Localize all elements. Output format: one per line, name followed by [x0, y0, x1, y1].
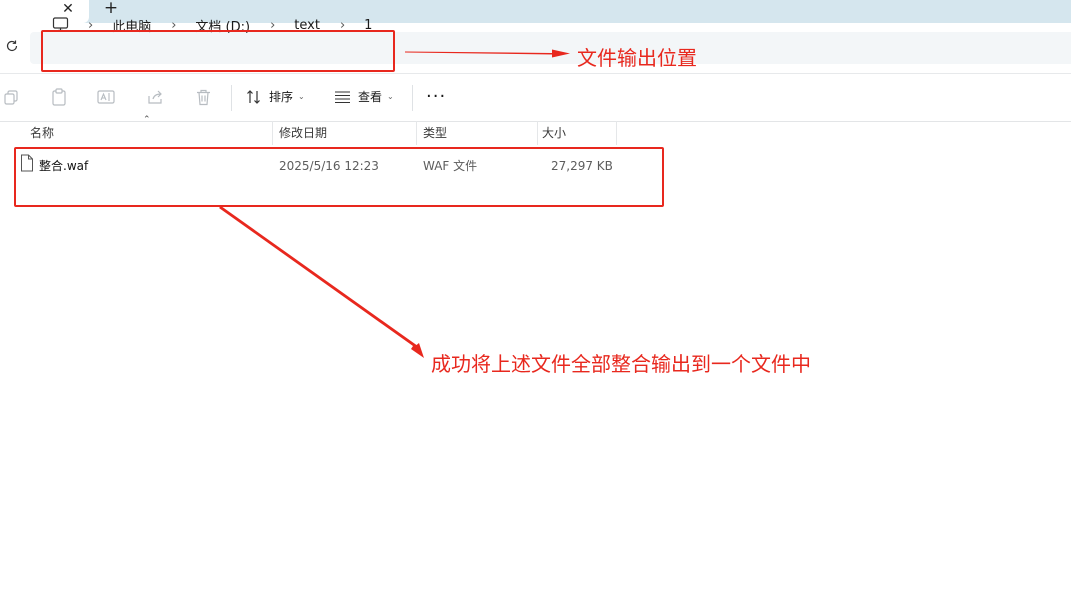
arrow-to-success-label — [219, 206, 424, 358]
output-location-label: 文件输出位置 — [577, 46, 697, 70]
annotation-arrows — [219, 49, 570, 358]
arrow-to-output-label — [405, 49, 570, 58]
merge-success-label: 成功将上述文件全部整合输出到一个文件中 — [431, 352, 811, 376]
